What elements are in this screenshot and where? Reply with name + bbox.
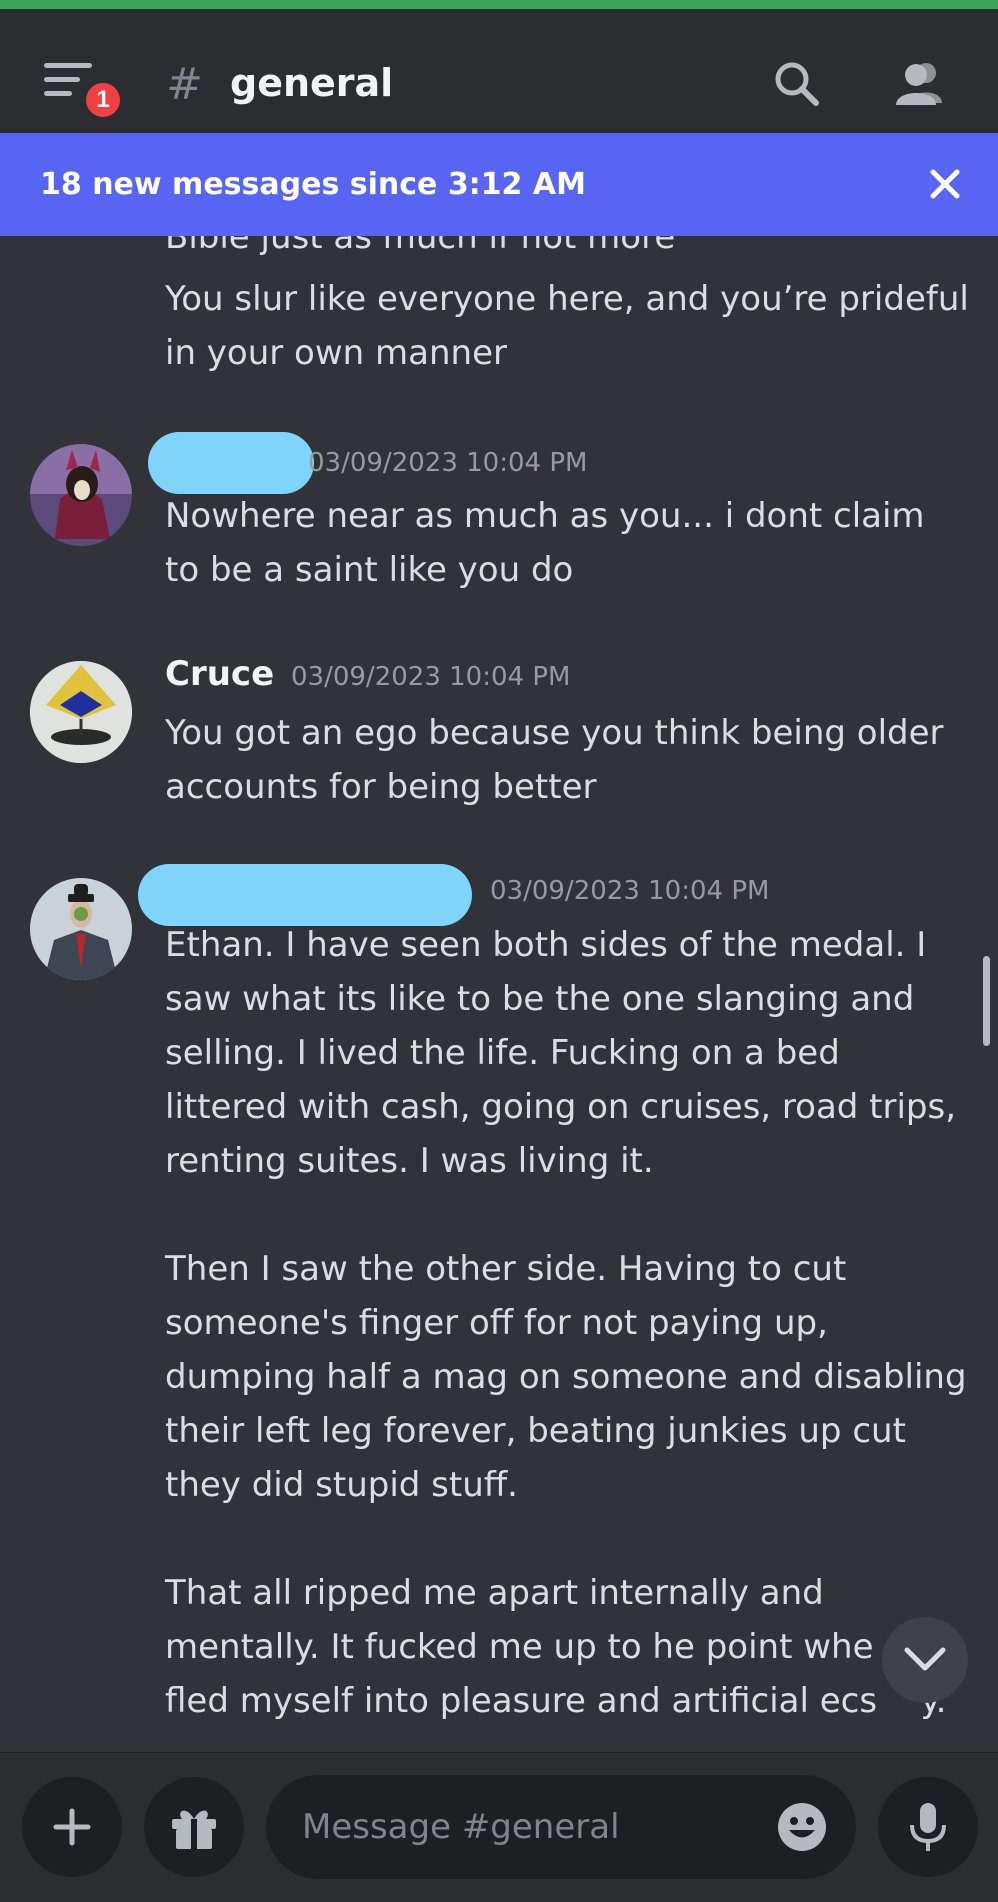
message-text-partial: Bible just as much if not more: [165, 236, 676, 257]
channel-header: 1 # general: [0, 9, 998, 133]
new-messages-bar[interactable]: 18 new messages since 3:12 AM: [0, 133, 998, 236]
message-text: Nowhere near as much as you... i dont cl…: [165, 496, 925, 590]
channel-title[interactable]: general: [230, 61, 393, 105]
new-messages-text: 18 new messages since 3:12 AM: [40, 167, 586, 202]
redacted-username: [148, 432, 314, 494]
notification-badge: 1: [82, 79, 124, 121]
microphone-icon: [910, 1803, 946, 1851]
chevron-down-icon: [904, 1647, 946, 1671]
channel-hash-icon: #: [166, 59, 203, 110]
voice-message-button[interactable]: [878, 1777, 978, 1877]
message-username[interactable]: Cruce: [165, 654, 274, 694]
avatar[interactable]: [30, 661, 132, 763]
message-timestamp: 03/09/2023 10:04 PM: [490, 876, 770, 906]
message-composer: [0, 1752, 998, 1902]
gift-icon: [172, 1810, 216, 1849]
message-text: You slur like everyone here, and you’re …: [165, 279, 969, 373]
message-list[interactable]: Bible just as much if not more You slur …: [0, 236, 998, 1752]
status-bar: [0, 0, 998, 9]
message-timestamp: 03/09/2023 10:04 PM: [291, 662, 571, 692]
message-text: You got an ego because you think being o…: [165, 713, 944, 807]
avatar[interactable]: [30, 878, 132, 980]
jump-to-present-button[interactable]: [882, 1617, 968, 1703]
redacted-username: [138, 864, 472, 926]
gift-button[interactable]: [144, 1777, 244, 1877]
members-icon[interactable]: [890, 59, 950, 109]
plus-icon: [53, 1808, 91, 1846]
message-timestamp: 03/09/2023 10:04 PM: [308, 448, 588, 478]
message-text: Ethan. I have seen both sides of the med…: [165, 925, 967, 1721]
avatar[interactable]: [30, 444, 132, 546]
emoji-icon[interactable]: [776, 1801, 828, 1853]
message-input[interactable]: [266, 1775, 856, 1879]
search-icon[interactable]: [772, 59, 822, 109]
close-icon[interactable]: [928, 167, 962, 201]
add-attachment-button[interactable]: [22, 1777, 122, 1877]
scrollbar[interactable]: [983, 956, 990, 1046]
